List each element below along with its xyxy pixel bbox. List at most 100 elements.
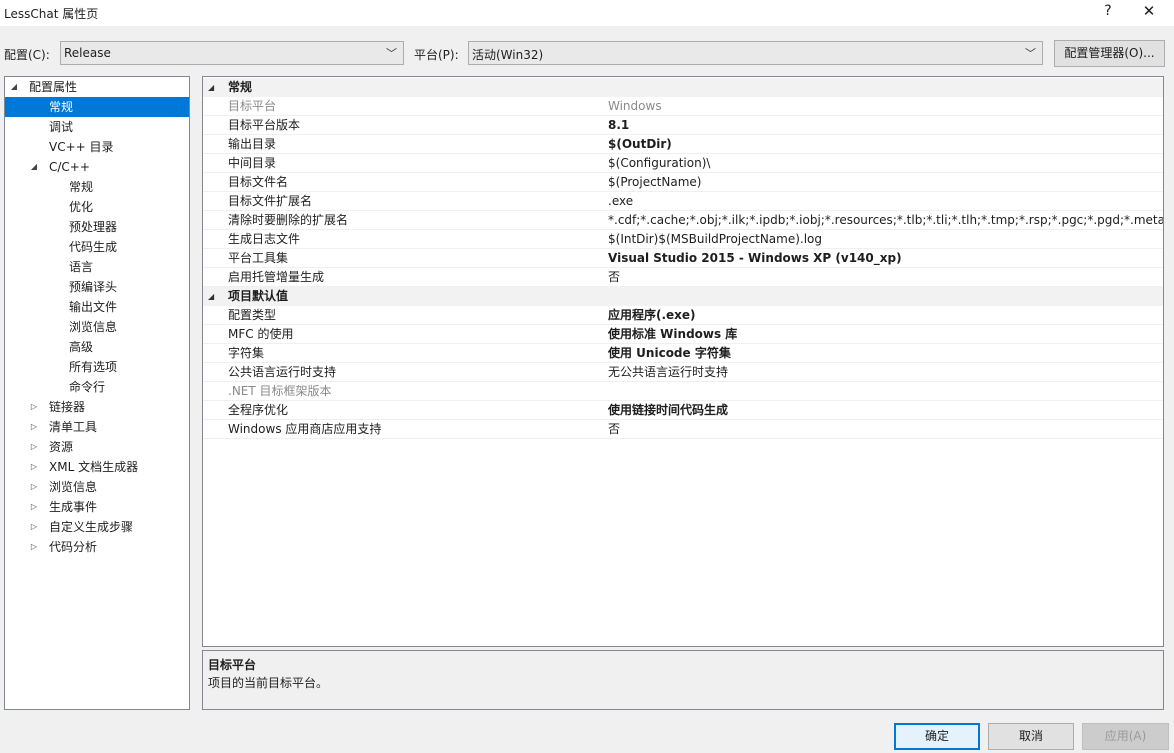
tree-item[interactable]: 预处理器 xyxy=(5,217,189,237)
tree-item[interactable]: 命令行 xyxy=(5,377,189,397)
expand-arrow-icon[interactable]: ▷ xyxy=(28,437,40,457)
grid-row[interactable]: 中间目录 $(Configuration)\ xyxy=(203,154,1163,173)
property-value[interactable]: 8.1 xyxy=(608,116,1163,135)
property-value[interactable]: 使用标准 Windows 库 xyxy=(608,325,1163,344)
tree-item[interactable]: 浏览信息 xyxy=(5,317,189,337)
grid-row[interactable]: Windows 应用商店应用支持 否 xyxy=(203,420,1163,439)
grid-row[interactable]: 输出目录 $(OutDir) xyxy=(203,135,1163,154)
property-grid[interactable]: ◢ 常规 目标平台 Windows 目标平台版本 8.1 输出目录 $(OutDir) 中间目录… xyxy=(202,76,1164,647)
property-name: 目标文件扩展名 xyxy=(228,194,313,208)
grid-row[interactable]: MFC 的使用 使用标准 Windows 库 xyxy=(203,325,1163,344)
property-name: 生成日志文件 xyxy=(228,232,301,246)
tree-item[interactable]: 代码生成 xyxy=(5,237,189,257)
tree-item[interactable]: ▷ 浏览信息 xyxy=(5,477,189,497)
tree-item[interactable]: ▷ 链接器 xyxy=(5,397,189,417)
expand-arrow-icon[interactable]: ▷ xyxy=(28,537,40,557)
expand-arrow-icon[interactable]: ▷ xyxy=(28,517,40,537)
tree-item[interactable]: 优化 xyxy=(5,197,189,217)
grid-row[interactable]: 目标平台 Windows xyxy=(203,97,1163,116)
tree-item[interactable]: 高级 xyxy=(5,337,189,357)
config-label: 配置(C): xyxy=(4,48,50,62)
grid-row[interactable]: 生成日志文件 $(IntDir)$(MSBuildProjectName).log xyxy=(203,230,1163,249)
collapse-arrow-icon[interactable]: ◢ xyxy=(208,287,214,306)
tree-item-label: C/C++ xyxy=(49,160,90,174)
description-panel: 目标平台 项目的当前目标平台。 xyxy=(202,650,1164,710)
grid-row[interactable]: 目标文件扩展名 .exe xyxy=(203,192,1163,211)
expand-arrow-icon[interactable]: ◢ xyxy=(28,157,40,177)
property-value[interactable]: 否 xyxy=(608,268,1163,287)
expand-arrow-icon[interactable]: ▷ xyxy=(28,417,40,437)
window-title: LessChat 属性页 xyxy=(4,7,99,21)
tree-item[interactable]: ▷ XML 文档生成器 xyxy=(5,457,189,477)
property-name: 字符集 xyxy=(228,346,265,360)
tree-item[interactable]: ▷ 清单工具 xyxy=(5,417,189,437)
collapse-arrow-icon[interactable]: ◢ xyxy=(208,78,214,97)
expand-arrow-icon[interactable]: ◢ xyxy=(8,77,20,97)
tree-item[interactable]: ▷ 代码分析 xyxy=(5,537,189,557)
property-value[interactable]: 无公共语言运行时支持 xyxy=(608,363,1163,382)
property-name: 中间目录 xyxy=(228,156,277,170)
property-value[interactable]: Visual Studio 2015 - Windows XP (v140_xp… xyxy=(608,249,1163,268)
tree-item[interactable]: 常规 xyxy=(5,177,189,197)
grid-row[interactable]: 字符集 使用 Unicode 字符集 xyxy=(203,344,1163,363)
grid-category[interactable]: ◢ 项目默认值 xyxy=(203,287,1163,306)
tree-item[interactable]: VC++ 目录 xyxy=(5,137,189,157)
platform-combo[interactable]: 活动(Win32) ﹀ xyxy=(468,41,1043,65)
property-value[interactable]: 否 xyxy=(608,420,1163,439)
tree-item[interactable]: ◢ 配置属性 xyxy=(5,77,189,97)
tree-item[interactable]: 所有选项 xyxy=(5,357,189,377)
tree-item-label: 预处理器 xyxy=(69,220,118,234)
property-name: 平台工具集 xyxy=(228,251,289,265)
tree-item-label: VC++ 目录 xyxy=(49,140,114,154)
property-value[interactable]: .exe xyxy=(608,192,1163,211)
tree-item[interactable]: ▷ 自定义生成步骤 xyxy=(5,517,189,537)
property-value[interactable]: 应用程序(.exe) xyxy=(608,306,1163,325)
property-tree[interactable]: ◢ 配置属性 常规 调试 VC++ 目录 ◢ C/C++ 常规 优化 预处理器 代码生成 语言 预编译头… xyxy=(4,76,190,710)
grid-row[interactable]: 全程序优化 使用链接时间代码生成 xyxy=(203,401,1163,420)
config-value: Release xyxy=(64,46,111,60)
grid-row[interactable]: 清除时要删除的扩展名 *.cdf;*.cache;*.obj;*.ilk;*.ip… xyxy=(203,211,1163,230)
apply-button[interactable]: 应用(A) xyxy=(1082,723,1169,750)
property-value[interactable]: Windows xyxy=(608,97,1163,116)
tree-item[interactable]: 语言 xyxy=(5,257,189,277)
property-value[interactable]: $(IntDir)$(MSBuildProjectName).log xyxy=(608,230,1163,249)
tree-item-label: 浏览信息 xyxy=(49,480,98,494)
grid-row[interactable]: 目标平台版本 8.1 xyxy=(203,116,1163,135)
property-value[interactable]: $(ProjectName) xyxy=(608,173,1163,192)
property-value[interactable]: 使用 Unicode 字符集 xyxy=(608,344,1163,363)
grid-category[interactable]: ◢ 常规 xyxy=(203,78,1163,97)
expand-arrow-icon[interactable]: ▷ xyxy=(28,477,40,497)
property-value[interactable]: $(Configuration)\ xyxy=(608,154,1163,173)
grid-row[interactable]: 目标文件名 $(ProjectName) xyxy=(203,173,1163,192)
property-value[interactable]: *.cdf;*.cache;*.obj;*.ilk;*.ipdb;*.iobj;… xyxy=(608,211,1163,230)
grid-row[interactable]: 公共语言运行时支持 无公共语言运行时支持 xyxy=(203,363,1163,382)
category-label: 项目默认值 xyxy=(228,289,289,303)
tree-item[interactable]: 调试 xyxy=(5,117,189,137)
expand-arrow-icon[interactable]: ▷ xyxy=(28,457,40,477)
config-combo[interactable]: Release ﹀ xyxy=(60,41,404,65)
tree-item-label: XML 文档生成器 xyxy=(49,460,139,474)
property-value[interactable]: 使用链接时间代码生成 xyxy=(608,401,1163,420)
tree-item[interactable]: 预编译头 xyxy=(5,277,189,297)
title-bar: LessChat 属性页 ? ✕ xyxy=(0,0,1174,26)
ok-button[interactable]: 确定 xyxy=(894,723,980,750)
tree-item[interactable]: ◢ C/C++ xyxy=(5,157,189,177)
grid-row[interactable]: .NET 目标框架版本 xyxy=(203,382,1163,401)
cancel-button[interactable]: 取消 xyxy=(988,723,1074,750)
grid-row[interactable]: 配置类型 应用程序(.exe) xyxy=(203,306,1163,325)
config-manager-button[interactable]: 配置管理器(O)... xyxy=(1054,40,1165,67)
tree-item-label: 生成事件 xyxy=(49,500,98,514)
tree-item[interactable]: ▷ 生成事件 xyxy=(5,497,189,517)
tree-item[interactable]: ▷ 资源 xyxy=(5,437,189,457)
tree-item[interactable]: 常规 xyxy=(5,97,189,117)
expand-arrow-icon[interactable]: ▷ xyxy=(28,397,40,417)
property-value[interactable]: $(OutDir) xyxy=(608,135,1163,154)
property-name: 公共语言运行时支持 xyxy=(228,365,337,379)
help-button[interactable]: ? xyxy=(1100,3,1116,19)
grid-row[interactable]: 启用托管增量生成 否 xyxy=(203,268,1163,287)
grid-row[interactable]: 平台工具集 Visual Studio 2015 - Windows XP (v1… xyxy=(203,249,1163,268)
close-button[interactable]: ✕ xyxy=(1140,2,1158,20)
tree-item[interactable]: 输出文件 xyxy=(5,297,189,317)
tree-item-label: 代码生成 xyxy=(69,240,118,254)
expand-arrow-icon[interactable]: ▷ xyxy=(28,497,40,517)
